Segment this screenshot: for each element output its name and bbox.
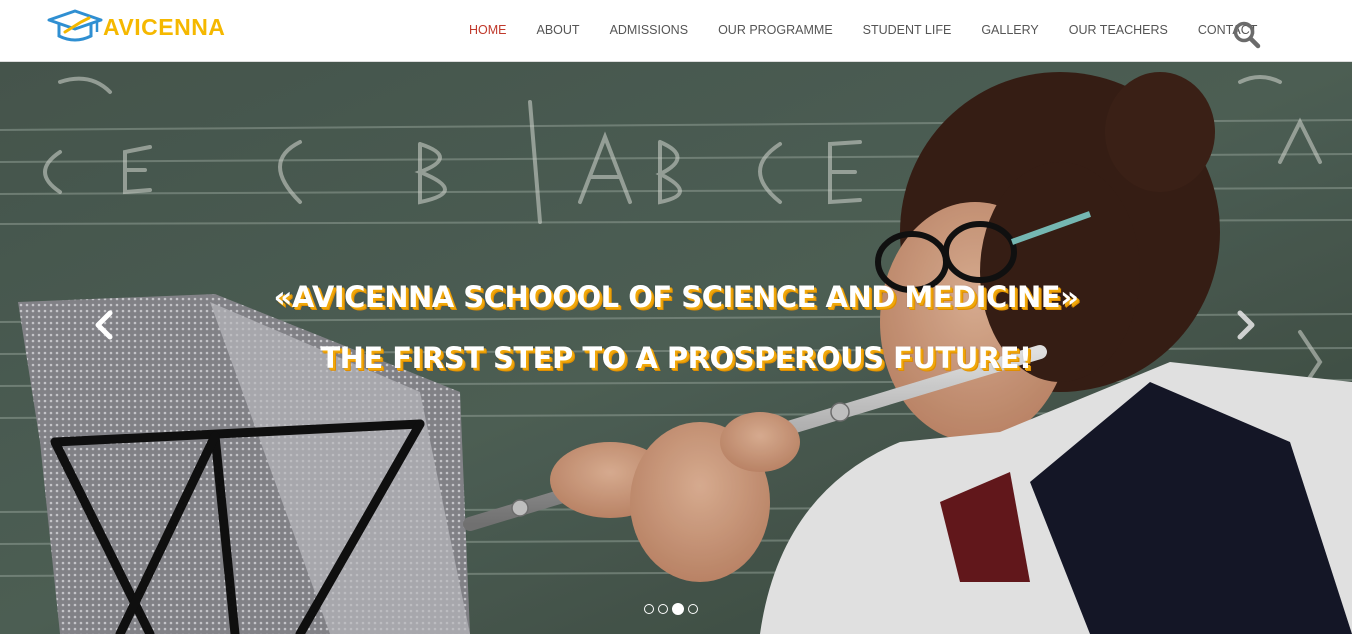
brand-name: AVICENNA — [103, 14, 226, 40]
hero-subtitle: THE FIRST STEP TO A PROSPEROUS FUTURE! — [320, 341, 1032, 375]
slider-dot[interactable] — [658, 604, 668, 614]
nav-item-gallery[interactable]: GALLERY — [966, 0, 1053, 60]
search-icon[interactable] — [1232, 20, 1262, 50]
nav-item-our-programme[interactable]: OUR PROGRAMME — [703, 0, 848, 60]
slider-dot[interactable] — [644, 604, 654, 614]
chevron-right-icon[interactable] — [1228, 307, 1262, 343]
slider-dot-active[interactable] — [672, 603, 684, 615]
site-header: AVICENNA HOME ABOUT ADMISSIONS OUR PROGR… — [0, 0, 1352, 62]
graduation-cap-icon — [47, 9, 103, 42]
nav-item-home[interactable]: HOME — [454, 0, 522, 60]
nav-item-admissions[interactable]: ADMISSIONS — [595, 0, 704, 60]
hero-slider: «AVICENNA SCHOOOL OF SCIENCE AND MEDICIN… — [0, 62, 1352, 634]
nav-item-student-life[interactable]: STUDENT LIFE — [848, 0, 967, 60]
nav-item-our-teachers[interactable]: OUR TEACHERS — [1054, 0, 1183, 60]
site-logo[interactable]: AVICENNA — [47, 8, 247, 44]
chevron-left-icon[interactable] — [88, 307, 122, 343]
hero-title: «AVICENNA SCHOOOL OF SCIENCE AND MEDICIN… — [273, 280, 1079, 314]
main-nav: HOME ABOUT ADMISSIONS OUR PROGRAMME STUD… — [454, 0, 1272, 61]
nav-item-about[interactable]: ABOUT — [522, 0, 595, 60]
slider-dots — [644, 603, 698, 615]
slider-dot[interactable] — [688, 604, 698, 614]
